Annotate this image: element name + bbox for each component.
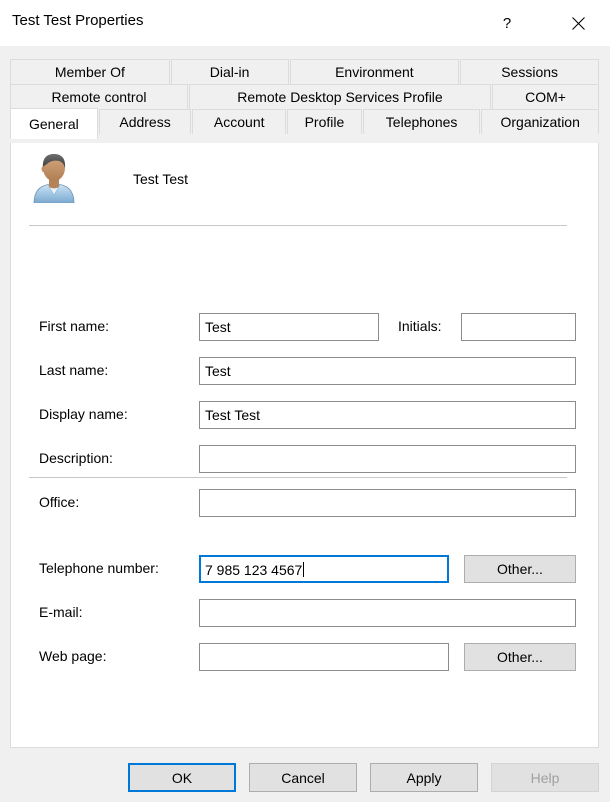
form-row-office: Office:	[11, 489, 600, 517]
tab-label: Address	[119, 114, 171, 130]
dialog-footer: OK Cancel Apply Help	[0, 748, 610, 802]
window-title: Test Test Properties	[12, 12, 144, 29]
close-x-glyph	[571, 16, 585, 30]
last-name-value: Test	[205, 363, 231, 379]
email-input[interactable]	[199, 599, 576, 627]
tab-label: Account	[213, 114, 265, 130]
initials-input[interactable]	[461, 313, 576, 341]
office-input[interactable]	[199, 489, 576, 517]
separator-top	[29, 225, 567, 226]
tab-label: Dial-in	[209, 64, 250, 80]
tab-row-2: Remote control Remote Desktop Services Pr…	[10, 84, 599, 109]
telephone-other-button[interactable]: Other...	[464, 555, 576, 583]
tab-remote-control[interactable]: Remote control	[10, 84, 188, 109]
ok-button[interactable]: OK	[128, 763, 236, 792]
button-label: Help	[530, 769, 560, 786]
tab-label: General	[28, 115, 79, 132]
text-caret	[303, 562, 305, 577]
button-label: Apply	[406, 769, 442, 786]
tab-organization[interactable]: Organization	[481, 109, 599, 134]
tab-remote-desktop-services-profile[interactable]: Remote Desktop Services Profile	[189, 84, 491, 109]
form-row-email: E-mail:	[11, 599, 600, 627]
button-label: Cancel	[281, 769, 325, 786]
tab-row-1: Member Of Dial-in Environment Sessions	[10, 59, 599, 84]
telephone-number-value: 7 985 123 4567	[205, 562, 303, 578]
user-display-name: Test Test	[133, 171, 188, 187]
question-mark-icon[interactable]: ?	[484, 0, 530, 46]
title-bar: Test Test Properties ?	[0, 0, 610, 46]
tab-profile[interactable]: Profile	[287, 109, 362, 134]
tab-com[interactable]: COM+	[492, 84, 599, 109]
dialog-body: Member Of Dial-in Environment Sessions Remot…	[0, 46, 610, 802]
button-label: Other...	[497, 561, 543, 577]
web-page-input[interactable]	[199, 643, 449, 671]
display-name-input[interactable]: Test Test	[199, 401, 576, 429]
last-name-label: Last name:	[39, 362, 109, 378]
last-name-input[interactable]: Test	[199, 357, 576, 385]
separator-middle	[29, 477, 567, 478]
telephone-number-label: Telephone number:	[39, 560, 159, 576]
help-button: Help	[491, 763, 599, 792]
svg-text:?: ?	[503, 15, 511, 31]
apply-button[interactable]: Apply	[370, 763, 478, 792]
tab-label: Member Of	[54, 64, 125, 80]
tab-account[interactable]: Account	[192, 109, 287, 134]
question-mark-glyph: ?	[503, 15, 511, 31]
tab-label: Profile	[304, 114, 345, 130]
email-label: E-mail:	[39, 604, 83, 620]
tab-telephones[interactable]: Telephones	[362, 109, 481, 134]
tab-environment[interactable]: Environment	[289, 59, 460, 84]
form-row-display-name: Display name: Test Test	[11, 401, 600, 429]
tab-label: Telephones	[385, 114, 458, 130]
tab-row-3: General Address Account Profile Telephones Or…	[10, 108, 599, 139]
webpage-other-button[interactable]: Other...	[464, 643, 576, 671]
tab-label: COM+	[525, 89, 566, 105]
tab-label: Sessions	[501, 64, 559, 80]
tab-label: Organization	[500, 114, 580, 130]
properties-dialog: Test Test Properties ? Member Of Dial-in E…	[0, 0, 610, 802]
form-row-last-name: Last name: Test	[11, 357, 600, 385]
user-header: Test Test	[29, 151, 569, 207]
form-row-description: Description:	[11, 445, 600, 473]
button-label: OK	[171, 769, 193, 786]
tab-sessions[interactable]: Sessions	[460, 59, 599, 84]
display-name-label: Display name:	[39, 406, 128, 422]
tab-label: Remote control	[51, 89, 147, 105]
initials-label: Initials:	[398, 318, 442, 334]
form-row-initials: Initials:	[11, 313, 600, 341]
tab-general[interactable]: General	[10, 108, 98, 139]
user-avatar-icon	[33, 154, 75, 203]
display-name-value: Test Test	[205, 407, 260, 423]
cancel-button[interactable]: Cancel	[249, 763, 357, 792]
web-page-label: Web page:	[39, 648, 107, 664]
close-x-icon[interactable]	[555, 0, 601, 46]
tab-strip: Member Of Dial-in Environment Sessions Remot…	[10, 59, 599, 139]
tab-member-of[interactable]: Member Of	[10, 59, 170, 84]
tab-label: Remote Desktop Services Profile	[237, 89, 443, 105]
tab-dial-in[interactable]: Dial-in	[170, 59, 289, 84]
office-label: Office:	[39, 494, 80, 510]
general-tab-panel: Test Test First name: Test Initials: Last n…	[10, 143, 599, 748]
description-label: Description:	[39, 450, 113, 466]
telephone-number-input[interactable]: 7 985 123 4567	[199, 555, 449, 583]
tab-label: Environment	[335, 64, 414, 80]
button-label: Other...	[497, 649, 543, 665]
description-input[interactable]	[199, 445, 576, 473]
tab-address[interactable]: Address	[98, 109, 192, 134]
